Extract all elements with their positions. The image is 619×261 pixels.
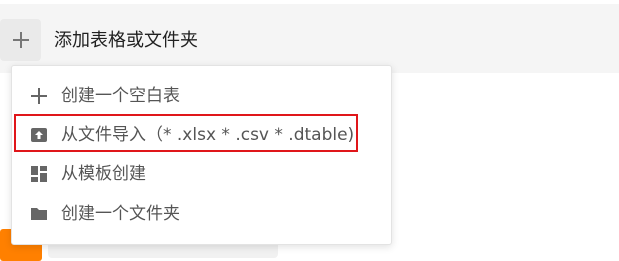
menu-item-label: 从文件导入（* .xlsx * .csv * .dtable) xyxy=(61,125,355,145)
folder-icon xyxy=(29,204,49,224)
add-table-title[interactable]: 添加表格或文件夹 xyxy=(54,30,198,52)
file-upload-icon xyxy=(29,125,49,145)
menu-item-import-from-file[interactable]: 从文件导入（* .xlsx * .csv * .dtable) xyxy=(12,116,391,154)
plus-icon xyxy=(29,86,49,106)
plus-icon xyxy=(11,30,31,50)
menu-item-create-from-template[interactable]: 从模板创建 xyxy=(12,155,391,193)
menu-item-label: 从模板创建 xyxy=(61,164,146,184)
menu-item-label: 创建一个文件夹 xyxy=(61,204,180,224)
template-icon xyxy=(29,164,49,184)
add-table-button[interactable] xyxy=(0,19,41,61)
add-dropdown-menu: 创建一个空白表 从文件导入（* .xlsx * .csv * .dtable) … xyxy=(11,65,392,245)
top-bar: 添加表格或文件夹 xyxy=(0,4,619,73)
menu-item-create-blank-table[interactable]: 创建一个空白表 xyxy=(12,77,391,115)
menu-item-label: 创建一个空白表 xyxy=(61,86,180,106)
menu-item-create-folder[interactable]: 创建一个文件夹 xyxy=(12,195,391,233)
